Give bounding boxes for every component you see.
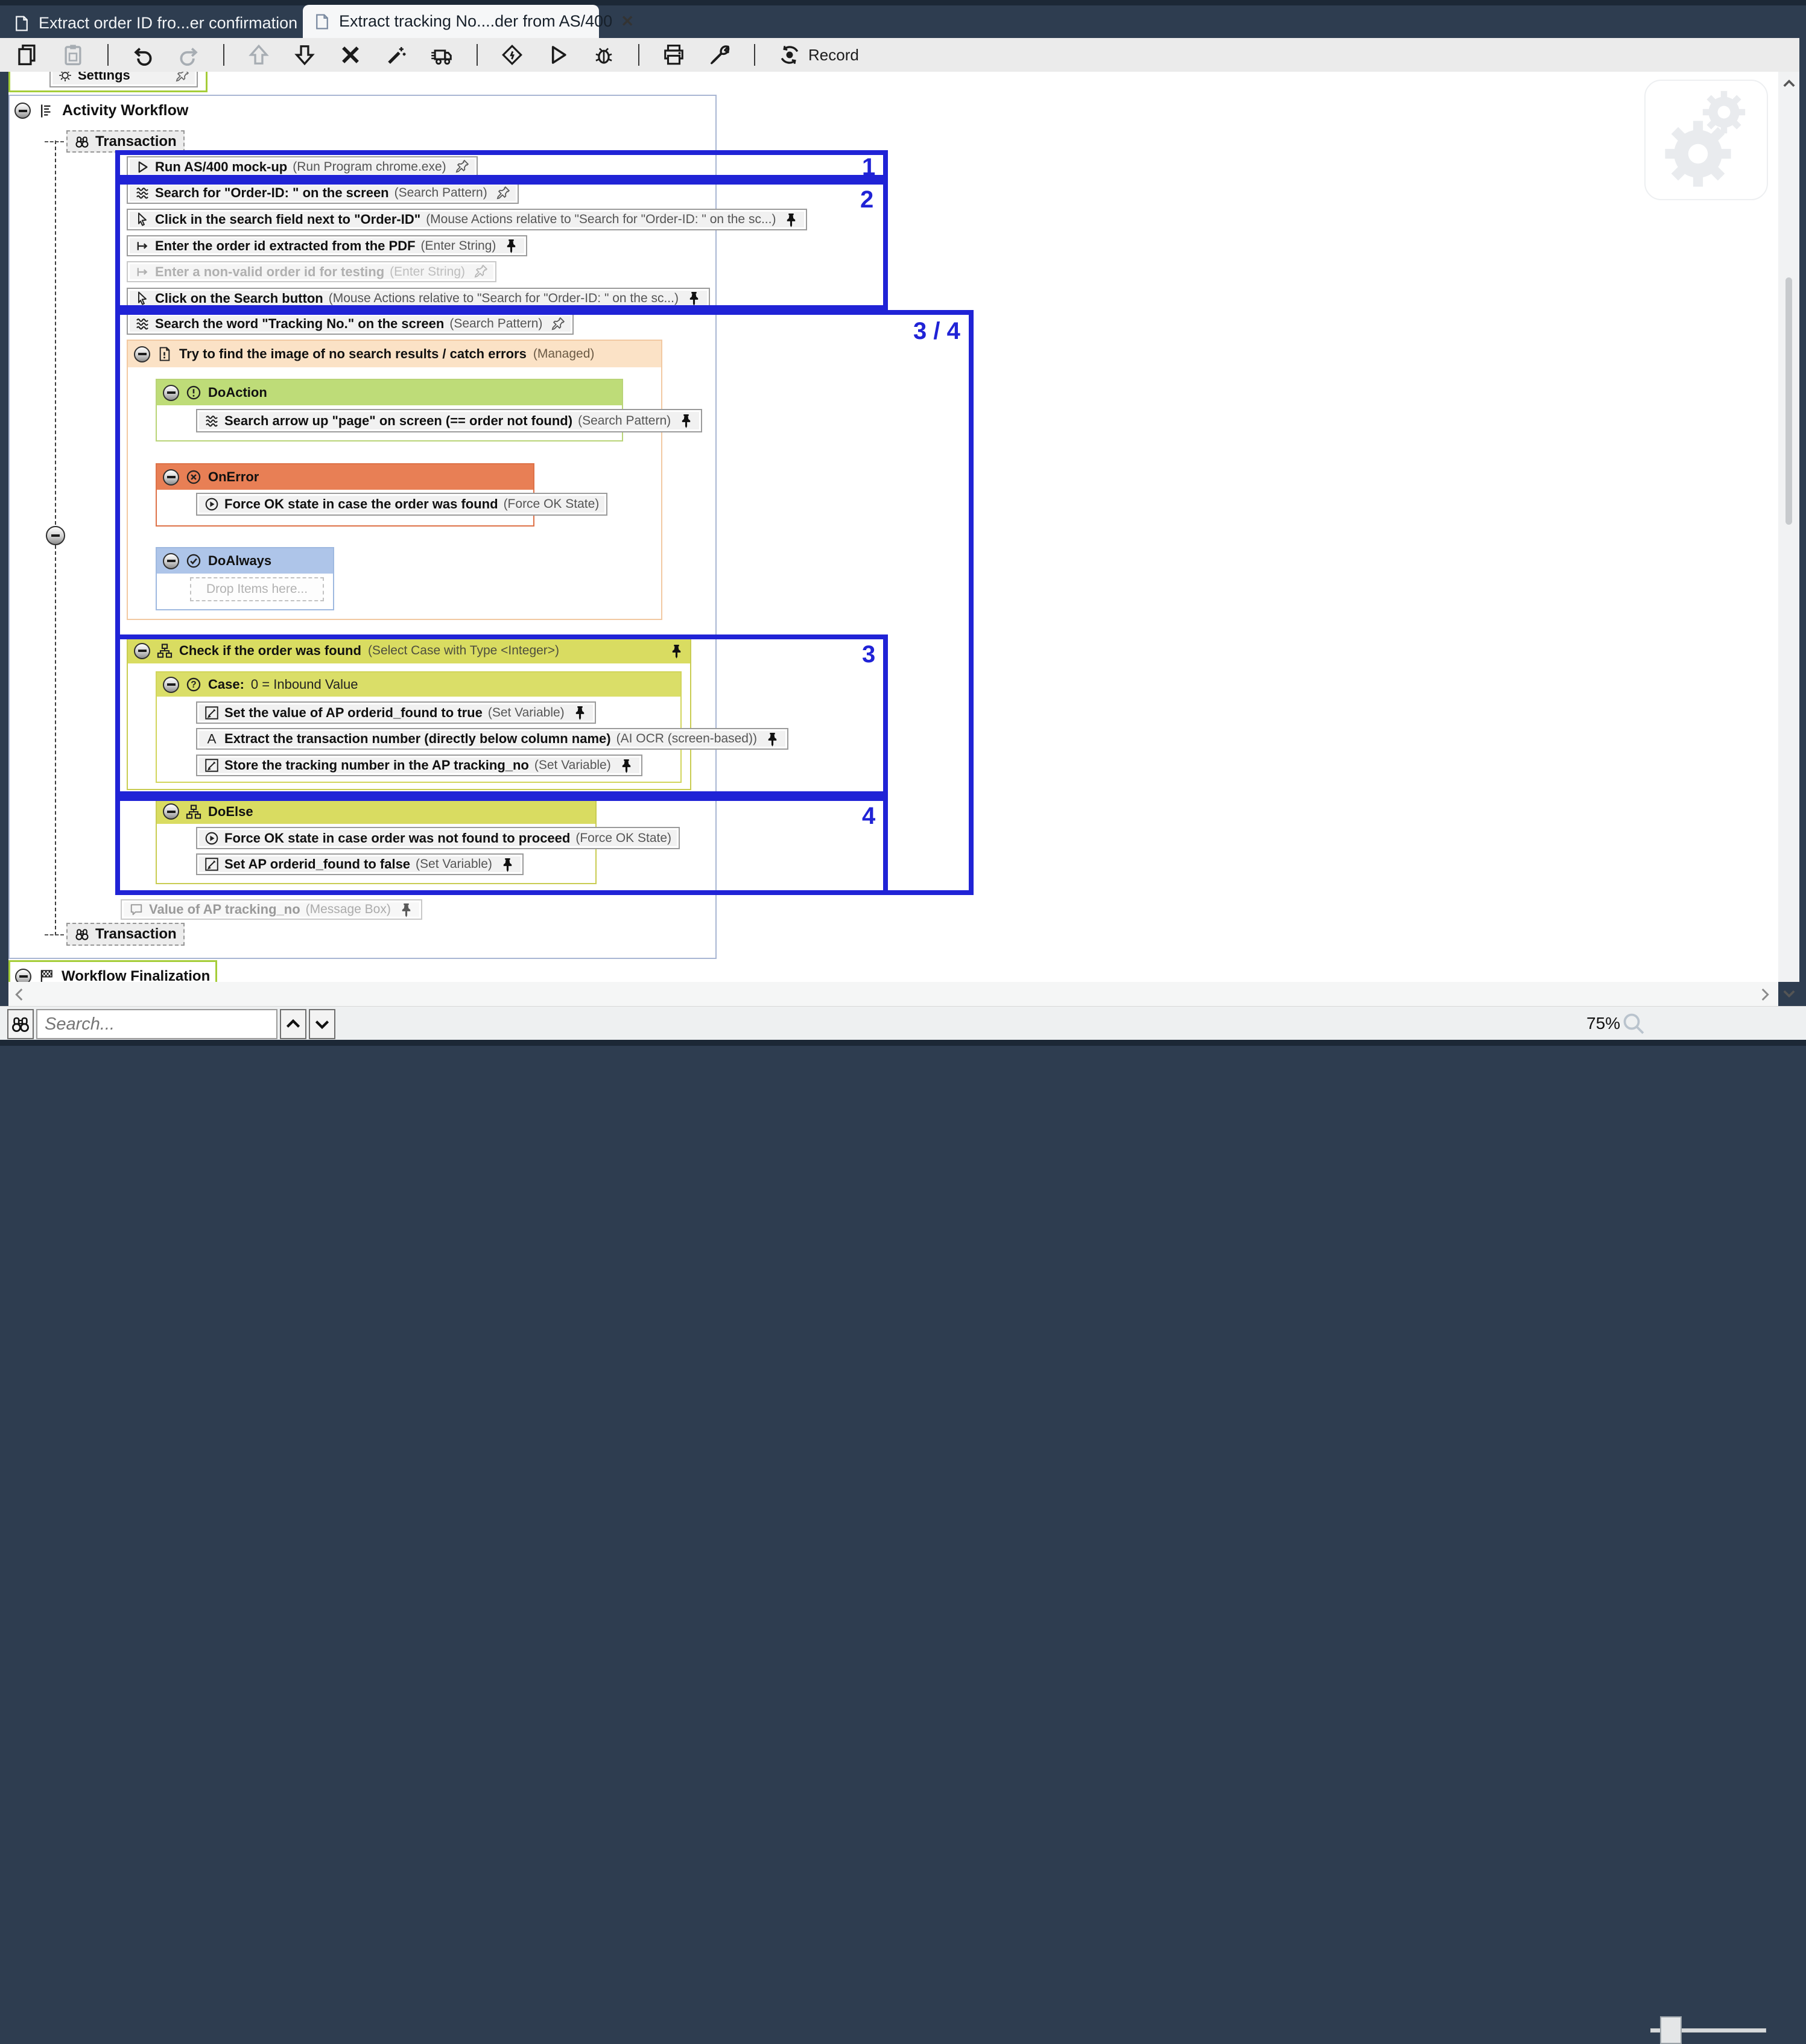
node-message-box-tracking-no[interactable]: Value of AP tracking_no (Message Box) — [121, 899, 422, 920]
close-icon[interactable]: ✕ — [621, 12, 634, 31]
zoom-level: 75% — [1586, 1014, 1620, 1033]
scrollbar-thumb[interactable] — [1785, 277, 1792, 525]
tree-connector-stub — [45, 141, 64, 142]
annotation-number-4: 4 — [862, 803, 875, 830]
section-title: Activity Workflow — [62, 102, 188, 119]
chevron-up-icon — [285, 1016, 302, 1033]
scroll-up-icon[interactable] — [1782, 77, 1796, 91]
toolbar-separator — [477, 44, 478, 66]
debug-icon[interactable] — [592, 43, 615, 66]
node-label: Settings — [78, 72, 130, 83]
node-transaction-bottom[interactable]: Transaction — [66, 923, 185, 946]
gear-large — [1662, 118, 1734, 189]
document-icon — [13, 14, 30, 33]
annotation-box-3 — [115, 634, 888, 796]
tools-icon[interactable] — [708, 43, 731, 66]
annotation-number-3-4: 3 / 4 — [913, 318, 960, 345]
record-button[interactable]: Record — [778, 43, 859, 66]
pin-outline-icon[interactable] — [174, 72, 189, 83]
tab-label: Extract tracking No....der from AS/400 — [339, 12, 612, 31]
find-next-button[interactable] — [309, 1009, 335, 1039]
annotation-box-1 — [115, 150, 888, 180]
window-right-edge — [1799, 38, 1806, 1046]
window-bottom-edge — [0, 1040, 1806, 1046]
status-bar: 75% — [0, 1006, 1806, 1040]
transaction-icon — [75, 927, 89, 941]
tree-connector-stub — [45, 934, 64, 935]
gear-icon — [58, 72, 72, 83]
scroll-left-icon[interactable] — [12, 987, 28, 1002]
node-label: Transaction — [95, 926, 177, 943]
node-type: (Message Box) — [306, 902, 391, 917]
title-bar: Extract order ID fro...er confirmation E… — [0, 0, 1806, 38]
scroll-right-icon[interactable] — [1757, 987, 1772, 1002]
activity-workflow-header: Activity Workflow — [14, 102, 188, 119]
collapse-icon[interactable] — [14, 103, 31, 119]
toolbar-separator — [638, 44, 639, 66]
redo-icon[interactable] — [177, 43, 200, 66]
annotation-number-3: 3 — [862, 641, 875, 668]
chevron-down-icon — [314, 1016, 331, 1033]
record-label: Record — [808, 46, 859, 65]
annotation-number-1: 1 — [862, 154, 875, 181]
move-up-icon[interactable] — [247, 43, 270, 66]
move-down-icon[interactable] — [293, 43, 316, 66]
collapse-icon[interactable] — [46, 526, 65, 545]
annotation-box-4 — [115, 796, 888, 895]
magic-wand-icon[interactable] — [385, 43, 408, 66]
toolbar: Record — [0, 38, 1806, 72]
node-transaction-top[interactable]: Transaction — [66, 130, 185, 153]
collapse-icon[interactable] — [15, 969, 31, 982]
workflow-icon — [39, 103, 54, 119]
finish-flag-icon — [39, 969, 54, 982]
workflow-finalization-header[interactable]: Workflow Finalization — [15, 968, 215, 982]
scroll-down-icon[interactable] — [1782, 986, 1796, 1001]
window-top-edge — [0, 0, 1806, 5]
toolbar-separator — [754, 44, 755, 66]
workflow-canvas[interactable]: Settings Activity Workflow Transaction R… — [8, 72, 1778, 982]
gears-watermark-icon — [1644, 80, 1768, 200]
run-icon[interactable] — [547, 43, 569, 66]
toolbar-separator — [223, 44, 224, 66]
paste-icon[interactable] — [62, 43, 84, 66]
delete-icon[interactable] — [339, 43, 362, 66]
tab-label: Extract order ID fro...er confirmation — [39, 14, 297, 33]
message-box-icon — [129, 902, 144, 917]
annotation-number-2: 2 — [860, 186, 873, 214]
zoom-slider-handle[interactable] — [1660, 2016, 1682, 2044]
tab-extract-tracking-no[interactable]: Extract tracking No....der from AS/400 ✕ — [303, 5, 599, 38]
toolbar-separator — [107, 44, 109, 66]
search-input[interactable] — [36, 1009, 277, 1039]
node-label: Transaction — [95, 133, 177, 150]
record-icon — [778, 43, 801, 66]
deploy-truck-icon[interactable] — [431, 43, 454, 66]
find-button[interactable] — [7, 1009, 34, 1039]
transaction-icon — [75, 134, 89, 149]
node-settings[interactable]: Settings — [49, 72, 198, 87]
annotation-box-2 — [115, 180, 888, 310]
copy-icon[interactable] — [16, 43, 39, 66]
print-icon[interactable] — [662, 43, 685, 66]
node-label: Value of AP tracking_no — [149, 902, 300, 917]
horizontal-scrollbar[interactable] — [8, 982, 1778, 1006]
workflow-finalization-container: Workflow Finalization — [8, 960, 217, 982]
vertical-scrollbar[interactable] — [1778, 72, 1799, 982]
search-binoculars-icon — [11, 1014, 30, 1034]
tab-extract-order-id[interactable]: Extract order ID fro...er confirmation — [13, 8, 269, 38]
breakpoint-icon[interactable] — [501, 43, 524, 66]
section-title: Workflow Finalization — [62, 968, 210, 982]
find-previous-button[interactable] — [280, 1009, 306, 1039]
zoom-magnifier-icon — [1621, 1011, 1646, 1036]
pin-icon[interactable] — [399, 902, 414, 917]
undo-icon[interactable] — [131, 43, 154, 66]
document-icon — [314, 12, 331, 31]
